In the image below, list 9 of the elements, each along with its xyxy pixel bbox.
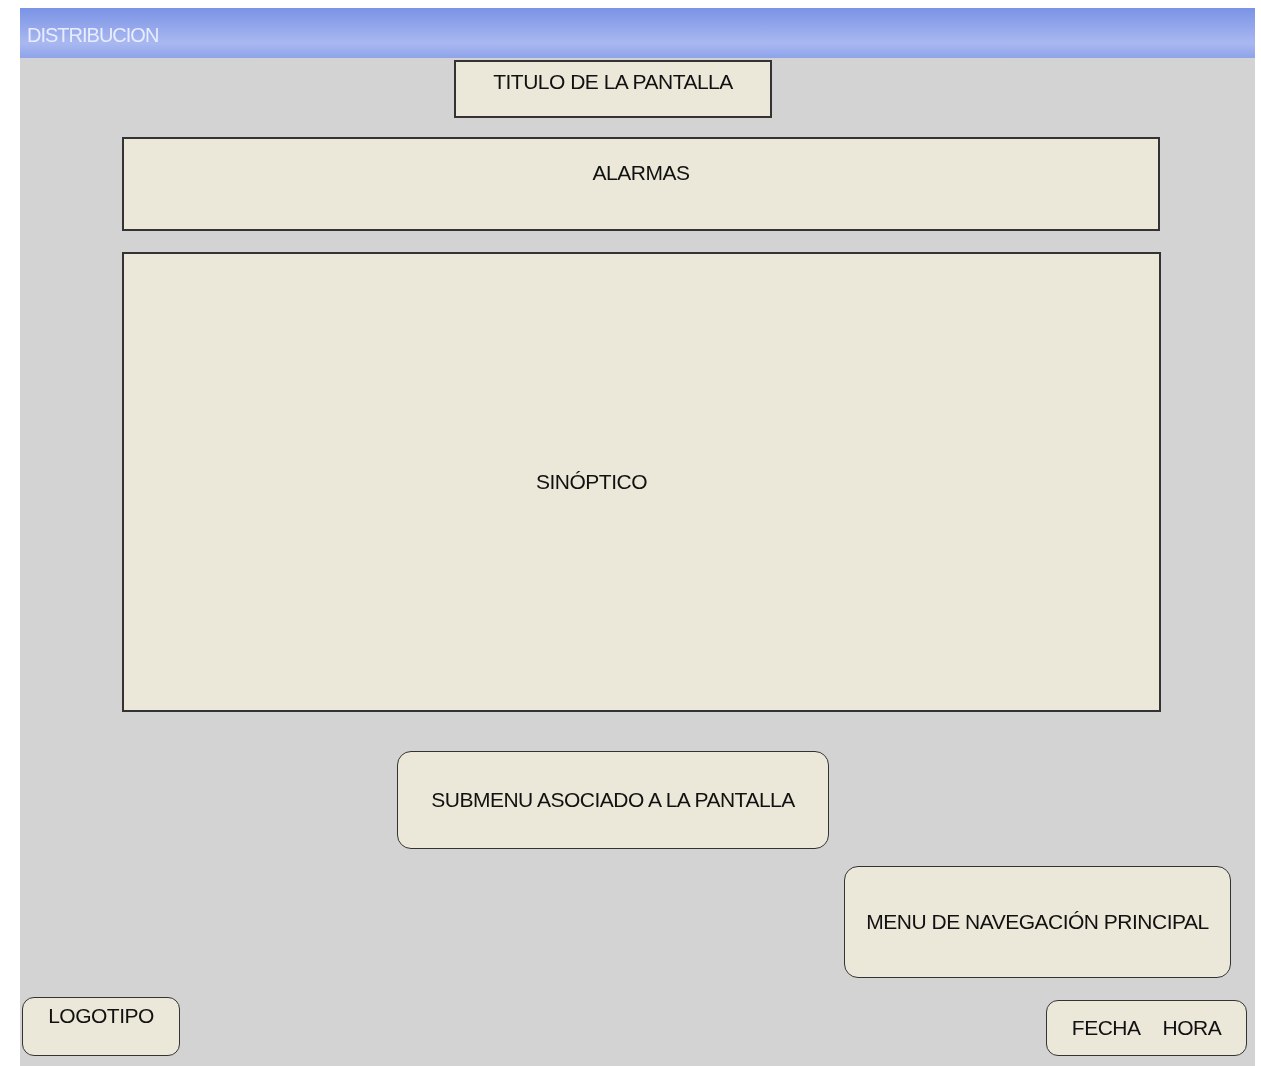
time-label: HORA bbox=[1162, 1015, 1222, 1042]
date-label: FECHA bbox=[1071, 1015, 1141, 1042]
synoptic-panel: SINÓPTICO bbox=[122, 252, 1161, 712]
window-title: DISTRIBUCION bbox=[27, 24, 159, 46]
submenu-button[interactable]: SUBMENU ASOCIADO A LA PANTALLA bbox=[397, 751, 829, 849]
main-menu-button[interactable]: MENU DE NAVEGACIÓN PRINCIPAL bbox=[844, 866, 1231, 978]
logo-box: LOGOTIPO bbox=[22, 997, 180, 1056]
alarms-panel: ALARMAS bbox=[122, 137, 1160, 231]
screen-title-box: TITULO DE LA PANTALLA bbox=[454, 60, 772, 118]
